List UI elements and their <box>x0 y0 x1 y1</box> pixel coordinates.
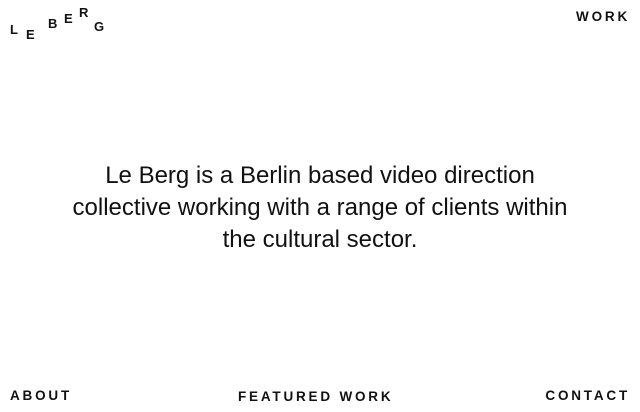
logo-letter: R <box>79 5 89 20</box>
logo-letter: G <box>94 19 105 34</box>
nav-featured-work-link[interactable]: FEATURED WORK <box>238 390 393 404</box>
logo-letter: B <box>48 16 58 31</box>
page: L E B E R G WORK Le Berg is a Berlin bas… <box>0 0 640 412</box>
nav-about-link[interactable]: ABOUT <box>10 389 72 403</box>
intro-text: Le Berg is a Berlin based video directio… <box>72 162 568 253</box>
site-logo[interactable]: L E B E R G <box>8 6 118 46</box>
nav-work-link[interactable]: WORK <box>576 10 630 24</box>
logo-letter: E <box>64 11 73 26</box>
nav-contact-link[interactable]: CONTACT <box>545 389 630 403</box>
logo-letter: L <box>10 22 18 37</box>
logo-letter: E <box>26 27 35 42</box>
